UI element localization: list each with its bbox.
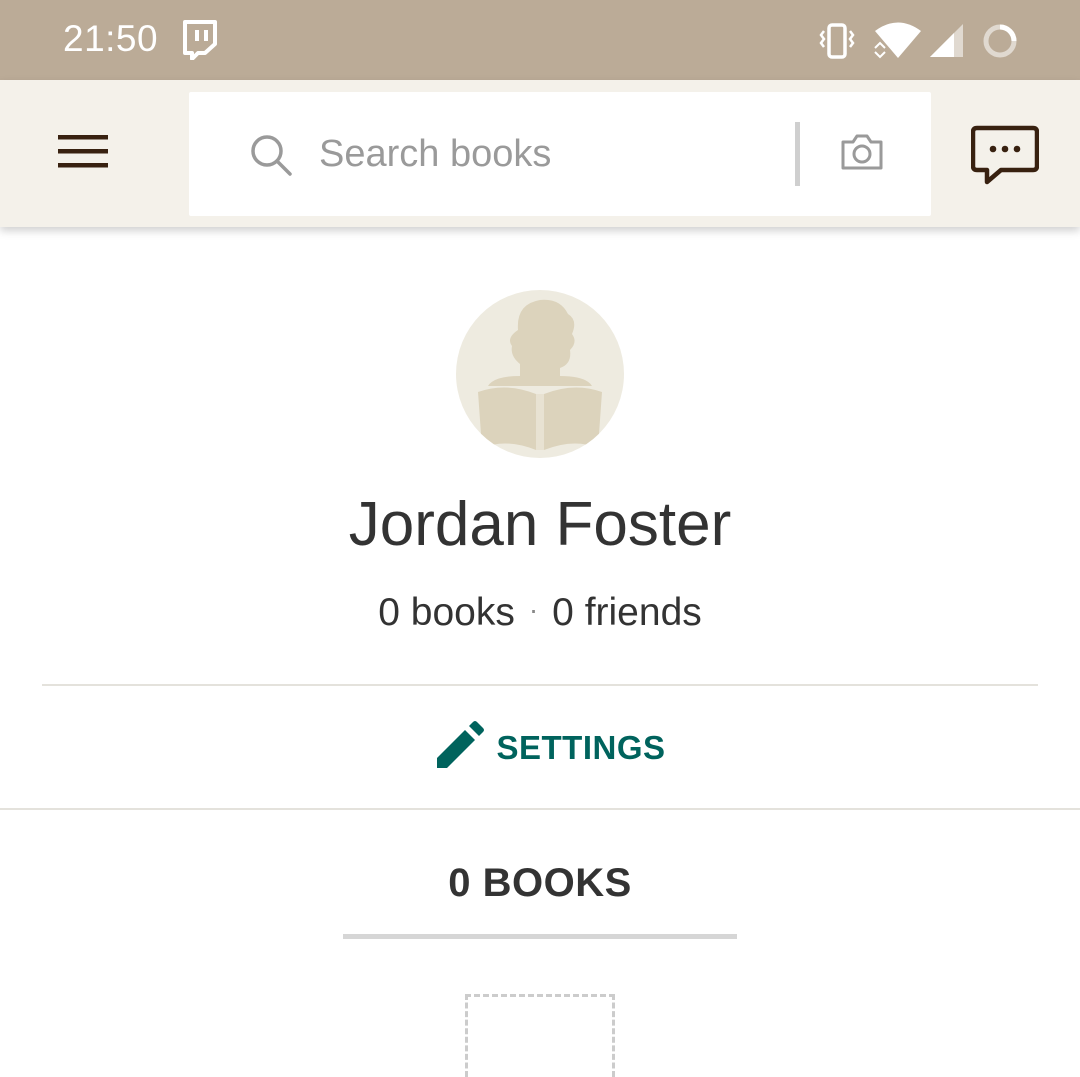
hamburger-menu-icon [58,133,110,174]
wifi-icon [873,22,923,65]
search-bar [189,92,931,216]
twitch-icon [181,20,217,65]
status-time: 21:50 [63,18,159,59]
profile-name: Jordan Foster [348,490,732,559]
books-count-link[interactable]: 0 books [378,591,515,634]
friends-count-link[interactable]: 0 friends [552,591,702,634]
reader-silhouette-icon [478,299,602,450]
profile-stats: 0 books · 0 friends [0,591,1080,635]
pencil-icon [434,720,485,776]
books-tab-label: 0 BOOKS [448,861,632,905]
camera-icon[interactable] [839,132,885,177]
divider-top [42,684,1038,686]
vibrate-icon [818,22,856,65]
app-bar [0,80,1080,227]
search-input[interactable] [319,124,749,184]
status-bar: 21:50 [0,0,1080,80]
search-divider [795,122,800,186]
books-tab-underline [343,934,737,939]
book-cover-placeholder [465,994,615,1077]
settings-label: SETTINGS [496,729,666,766]
tab-books[interactable]: 0 BOOKS [343,855,737,939]
chat-bubble-icon[interactable] [970,124,1040,191]
profile-content: Jordan Foster 0 books · 0 friends SETTINGS… [0,227,1080,1077]
search-icon [249,133,293,182]
settings-button[interactable]: SETTINGS [420,713,680,783]
battery-loading-icon [982,23,1018,64]
menu-button[interactable] [48,120,120,186]
stats-separator: · [528,594,539,625]
cell-signal-icon [928,22,964,63]
avatar[interactable] [456,290,624,458]
divider-bottom [0,808,1080,810]
